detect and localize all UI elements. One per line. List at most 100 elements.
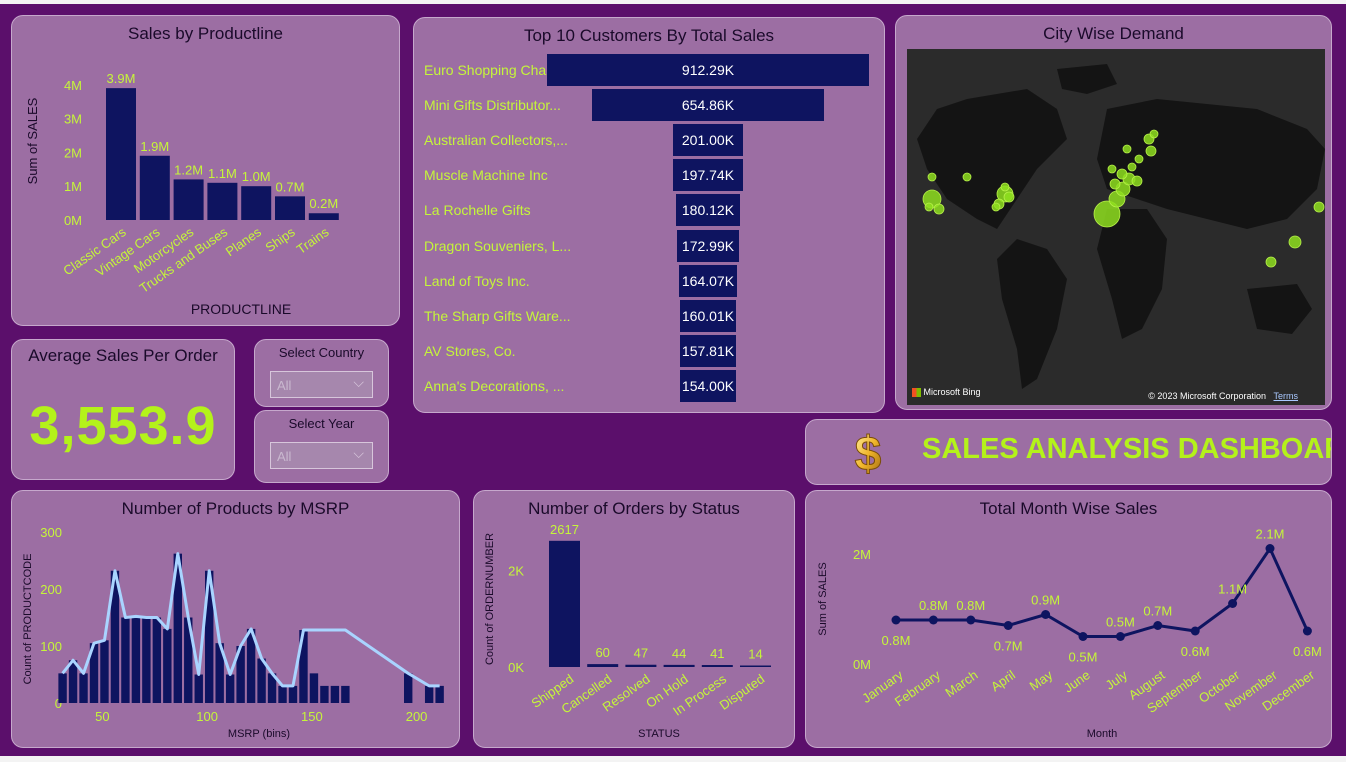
point-value-label: 0.6M: [1181, 644, 1210, 659]
bar-value-label: 3.9M: [107, 71, 136, 86]
bar-value-label: 41: [710, 646, 724, 661]
x-tick-label: April: [988, 667, 1018, 694]
x-tick-label: 200: [406, 709, 428, 724]
productline-chart-panel[interactable]: Sales by Productline 0M 1M 2M 3M 4M 3.9M Class…: [11, 15, 400, 326]
country-slicer-title: Select Country: [278, 345, 365, 360]
y-tick-label: 0K: [508, 660, 524, 675]
bar-value-label: 1.1M: [208, 166, 237, 181]
monthly-point: [1041, 610, 1051, 619]
y-tick-label: 0M: [853, 657, 871, 672]
y-tick-label: 2M: [64, 145, 82, 160]
msrp-bar: [100, 640, 109, 703]
status-bar: [663, 664, 695, 667]
productline-chart: 0M1M2M3M4M 3.9MClassic Cars1.9MVintage Ca…: [25, 71, 339, 317]
bar-value-label: 47: [634, 646, 648, 661]
customer-bar[interactable]: 157.81K: [680, 334, 736, 367]
productline-bar: [139, 155, 170, 220]
x-axis-title: Month: [1087, 728, 1118, 740]
dashboard-title: SALES ANALYSIS DASHBOARD: [922, 433, 1332, 465]
status-bar: [740, 665, 771, 667]
microsoft-logo-icon: [912, 388, 921, 397]
customer-name: Dragon Souveniers, L...: [424, 237, 572, 254]
point-value-label: 0.7M: [1143, 604, 1172, 619]
bar-value-label: 60: [595, 645, 609, 660]
msrp-bar: [194, 674, 203, 703]
x-axis-title: PRODUCTLINE: [191, 301, 291, 317]
customers-chart-title: Top 10 Customers By Total Sales: [523, 26, 775, 45]
monthly-point: [1003, 621, 1013, 630]
msrp-bar: [320, 685, 329, 703]
point-value-label: 0.5M: [1069, 650, 1098, 665]
y-axis-title: Count of ORDERNUMBER: [484, 533, 496, 665]
y-tick-label: 1M: [64, 179, 82, 194]
point-value-label: 0.8M: [882, 633, 911, 648]
monthly-chart: 0M2M0.8MJanuary0.8MFebruary0.8MMarch0.7M…: [817, 527, 1322, 741]
y-tick-label: 4M: [64, 78, 82, 93]
point-value-label: 0.8M: [956, 598, 985, 613]
point-value-label: 1.1M: [1218, 582, 1247, 597]
msrp-bar: [278, 685, 287, 703]
x-tick-label: Trains: [294, 224, 332, 257]
customer-bar[interactable]: 180.12K: [676, 194, 740, 227]
x-tick-label: Planes: [223, 224, 265, 259]
msrp-bar: [330, 685, 340, 703]
productline-bar: [275, 196, 305, 220]
monthly-point: [966, 615, 976, 625]
msrp-bar: [404, 673, 413, 703]
kpi-title: Average Sales Per Order: [28, 346, 218, 365]
monthly-point: [1115, 632, 1125, 641]
monthly-point: [928, 615, 938, 625]
msrp-bar: [68, 660, 78, 703]
svg-text:$: $: [855, 428, 882, 479]
map-terms-link[interactable]: Terms: [1274, 391, 1299, 401]
dollar-coin-icon: $: [854, 428, 882, 480]
top-window-strip: [0, 0, 1346, 4]
dashboard-banner: $ SALES ANALYSIS DASHBOARD: [805, 419, 1332, 485]
customer-bar[interactable]: 197.74K: [673, 159, 743, 192]
y-tick-label: 2K: [508, 564, 524, 579]
customer-bar[interactable]: 164.07K: [679, 264, 737, 297]
customers-chart-panel[interactable]: Top 10 Customers By Total Sales Euro Sho…: [413, 17, 885, 413]
customer-name: The Sharp Gifts Ware...: [424, 307, 571, 324]
world-map[interactable]: Microsoft Bing © 2023 Microsoft Corporat…: [907, 49, 1325, 405]
city-map-panel[interactable]: City Wise Demand Microsoft Bing © 2023 M…: [895, 15, 1332, 410]
customer-bar[interactable]: 201.00K: [672, 124, 744, 157]
y-tick-label: 2M: [853, 547, 871, 562]
point-value-label: 0.7M: [994, 639, 1023, 654]
customer-bar[interactable]: 172.99K: [677, 229, 739, 262]
monthly-chart-panel[interactable]: Total Month Wise Sales 0M 2M 0.8M January 0.…: [805, 490, 1332, 748]
y-tick-label: 100: [40, 639, 62, 654]
x-axis-title: MSRP (bins): [228, 728, 290, 740]
status-chart-panel[interactable]: Number of Orders by Status 0K 2K 2617 Shipp…: [473, 490, 795, 748]
year-slicer[interactable]: Select Year All ⌵: [254, 410, 389, 483]
status-bar: [549, 540, 580, 667]
customer-bar[interactable]: 654.86K: [592, 89, 824, 122]
map-credit-left-text: Microsoft Bing: [923, 386, 981, 397]
point-value-label: 0.9M: [1031, 593, 1060, 608]
productline-bar: [308, 213, 339, 220]
year-dropdown[interactable]: All ⌵: [270, 442, 373, 469]
monthly-point: [1302, 626, 1312, 636]
country-dropdown[interactable]: All ⌵: [270, 371, 373, 398]
monthly-point: [1153, 621, 1163, 630]
year-slicer-title: Select Year: [288, 416, 355, 431]
msrp-bar: [341, 685, 350, 703]
country-slicer[interactable]: Select Country All ⌵: [254, 339, 389, 407]
bar-value-label: 1.9M: [140, 139, 169, 154]
msrp-chart-panel[interactable]: Number of Products by MSRP 0 100 200 300 50 1…: [11, 490, 460, 748]
monthly-point: [1190, 626, 1200, 636]
x-axis-title: STATUS: [638, 728, 680, 740]
x-tick-label: May: [1027, 667, 1056, 694]
productline-bar: [241, 186, 272, 220]
customer-name: Land of Toys Inc.: [424, 272, 530, 289]
x-tick-label: Ships: [262, 224, 298, 255]
customer-bar[interactable]: 154.00K: [680, 369, 736, 402]
productline-bar: [173, 179, 204, 220]
point-value-label: 0.6M: [1293, 644, 1322, 659]
productline-bar: [207, 182, 238, 220]
customer-name: AV Stores, Co.: [424, 342, 516, 359]
customer-bar[interactable]: 912.29K: [547, 54, 869, 86]
msrp-bar: [288, 685, 298, 703]
monthly-point: [1228, 599, 1238, 608]
customer-bar[interactable]: 160.01K: [679, 299, 737, 332]
